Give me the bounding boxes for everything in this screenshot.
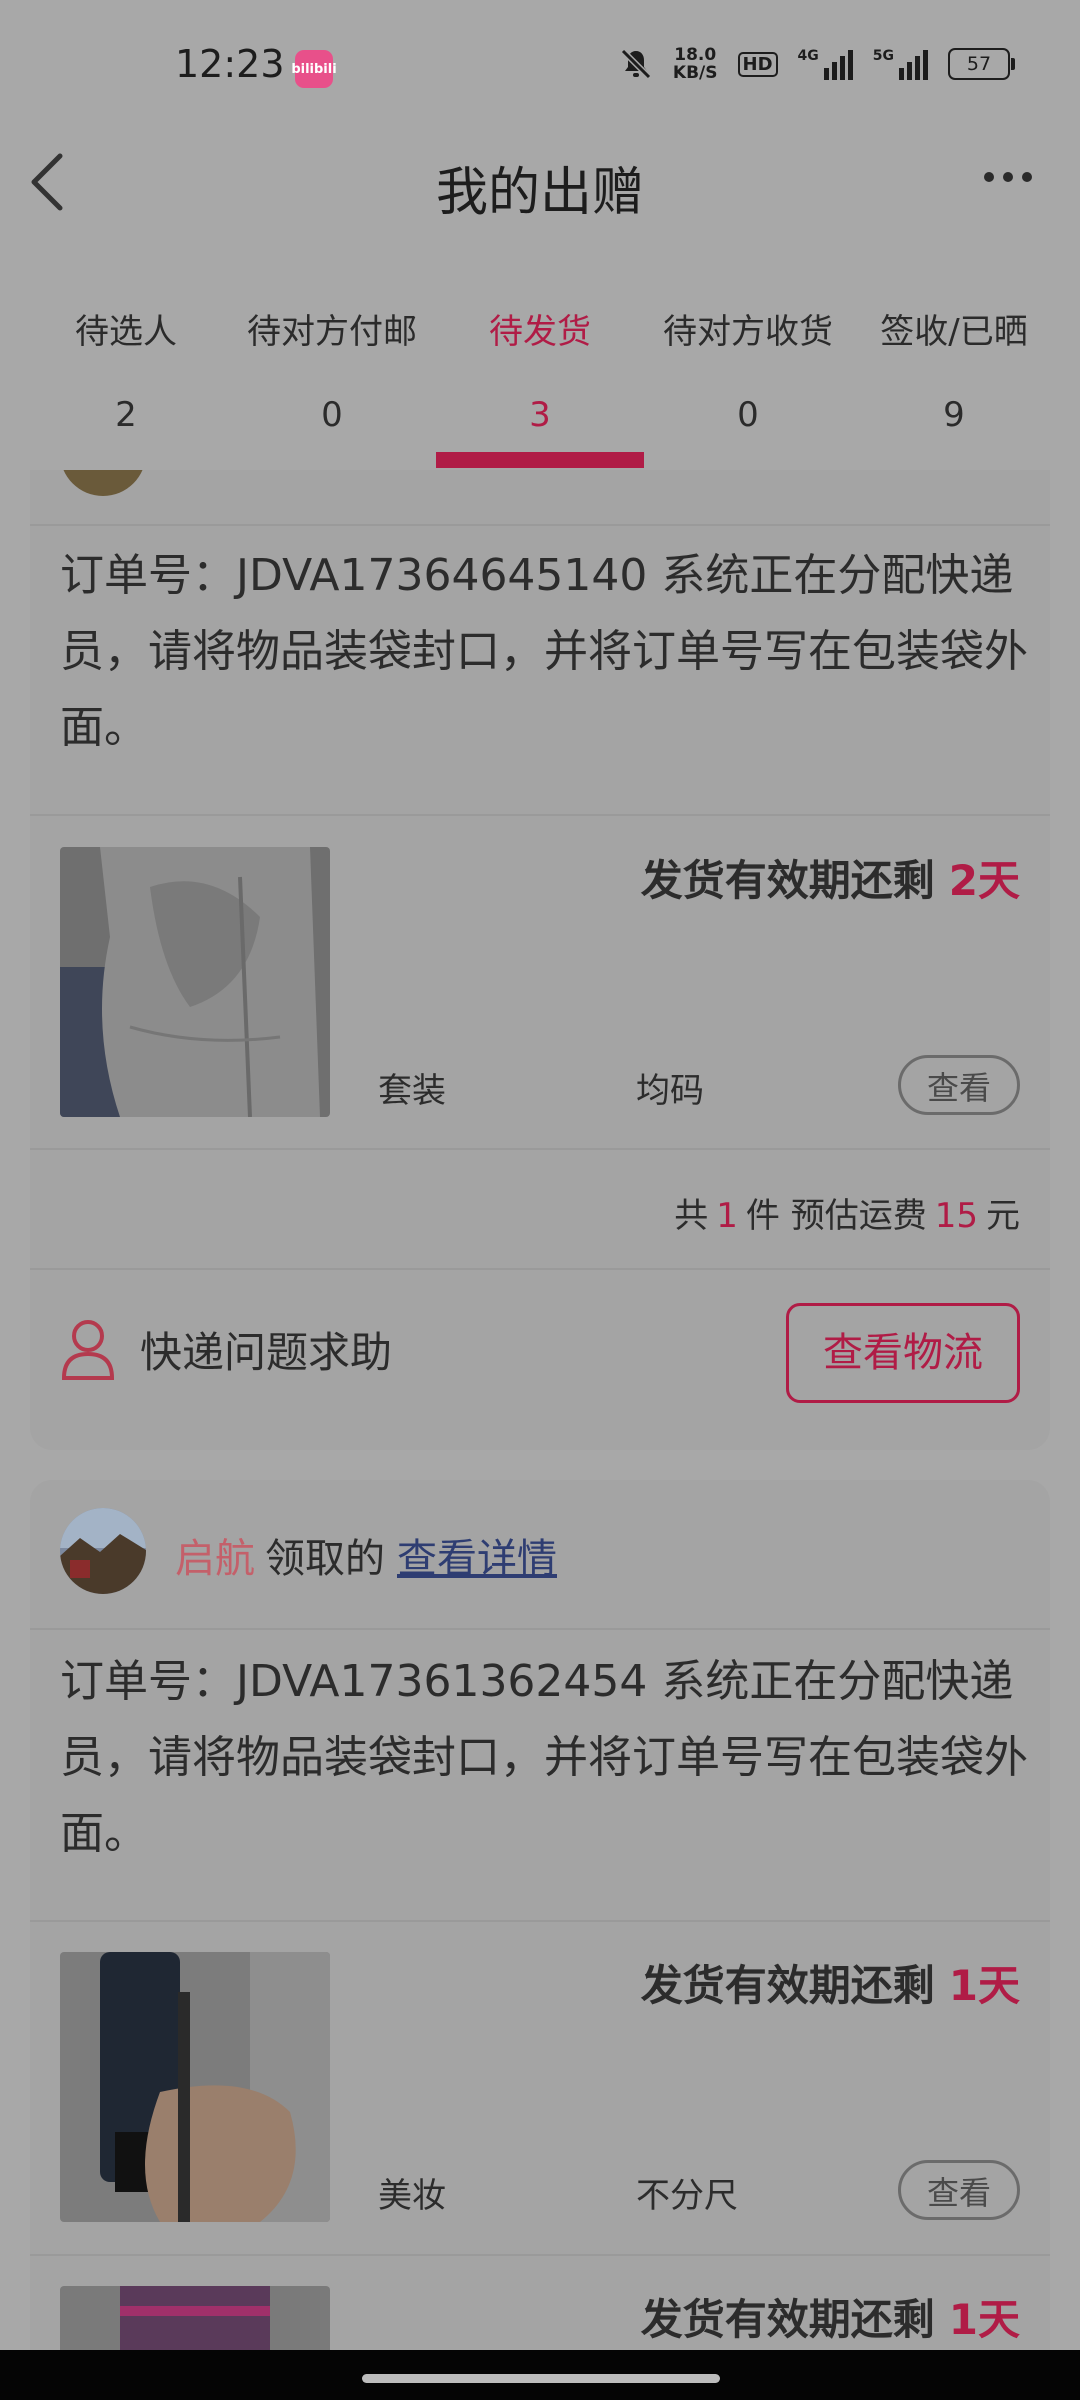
order-card: 启航 领取的 查看详情 订单号：JDVA17361362454 系统正在分配快递员，… [30,1480,1050,2350]
tab-awaiting-postage[interactable]: 待对方付邮 0 [224,290,440,435]
days-remaining: 2天 [948,856,1020,905]
view-item-button[interactable]: 查看 [898,2160,1020,2220]
hd-voice-icon: HD [737,51,778,77]
network-speed: 18.0 KB/S [672,45,718,83]
shipping-deadline: 发货有效期还剩 2天 [640,856,1020,905]
order-number-text: 订单号：JDVA17364645140 系统正在分配快递员，请将物品装袋封口，并… [60,550,1028,753]
order-number-text: 订单号：JDVA17361362454 系统正在分配快递员，请将物品装袋封口，并… [60,1656,1028,1859]
item-thumbnail[interactable] [60,1952,330,2222]
order-card: 订单号：JDVA17364645140 系统正在分配快递员，请将物品装袋封口，并… [30,470,1050,1450]
order-list[interactable]: 订单号：JDVA17364645140 系统正在分配快递员，请将物品装袋封口，并… [0,470,1080,2350]
item-category: 套装 [378,1071,446,1111]
avatar[interactable] [60,1508,146,1594]
status-icons: 18.0 KB/S HD 4G 5G 57 [619,45,1015,83]
item-thumbnail[interactable] [60,847,330,1117]
battery-icon: 57 [948,48,1015,80]
more-options-icon[interactable] [984,172,1032,182]
mute-bell-icon [620,48,652,80]
status-time: 12:23 [175,42,285,86]
shipping-help-link[interactable]: 快递问题求助 [60,1318,392,1380]
page-title: 我的出赠 [435,163,644,223]
status-tabs: 待选人 2 待对方付邮 0 待发货 3 待对方收货 0 签收/已晒 9 [0,290,1080,470]
person-icon [61,1320,115,1380]
claim-info: 启航 领取的 查看详情 [175,1536,557,1582]
shipping-deadline: 发货有效期还剩 1天 [640,1961,1020,2010]
view-logistics-button[interactable]: 查看物流 [786,1303,1020,1403]
item-size: 不分尺 [636,2176,738,2216]
home-indicator[interactable] [362,2374,720,2383]
item-size: 均码 [636,1071,704,1111]
shipping-deadline: 发货有效期还剩 1天 [640,2295,1020,2344]
item-thumbnail[interactable] [60,2286,330,2350]
status-bar: 12:23 bilibili 18.0 KB/S HD 4G 5G 57 [0,0,1080,140]
view-item-button[interactable]: 查看 [898,1055,1020,1115]
signal-5g-icon: 5G [873,48,928,80]
days-remaining: 1天 [948,1961,1020,2010]
item-category: 美妆 [378,2176,446,2216]
order-summary: 共1件 预估运费 15 元 [674,1196,1020,1236]
claimer-name[interactable]: 启航 [175,1536,255,1582]
tab-awaiting-receipt[interactable]: 待对方收货 0 [640,290,856,435]
view-details-link[interactable]: 查看详情 [397,1536,557,1582]
tab-awaiting-shipment[interactable]: 待发货 3 [432,290,648,435]
signal-4g-icon: 4G [798,48,853,80]
tab-signed-shared[interactable]: 签收/已晒 9 [846,290,1062,435]
bilibili-icon: bilibili [291,50,337,88]
avatar [60,470,146,496]
days-remaining: 1天 [948,2295,1020,2344]
tab-awaiting-selection[interactable]: 待选人 2 [18,290,234,435]
active-tab-indicator [436,452,644,468]
